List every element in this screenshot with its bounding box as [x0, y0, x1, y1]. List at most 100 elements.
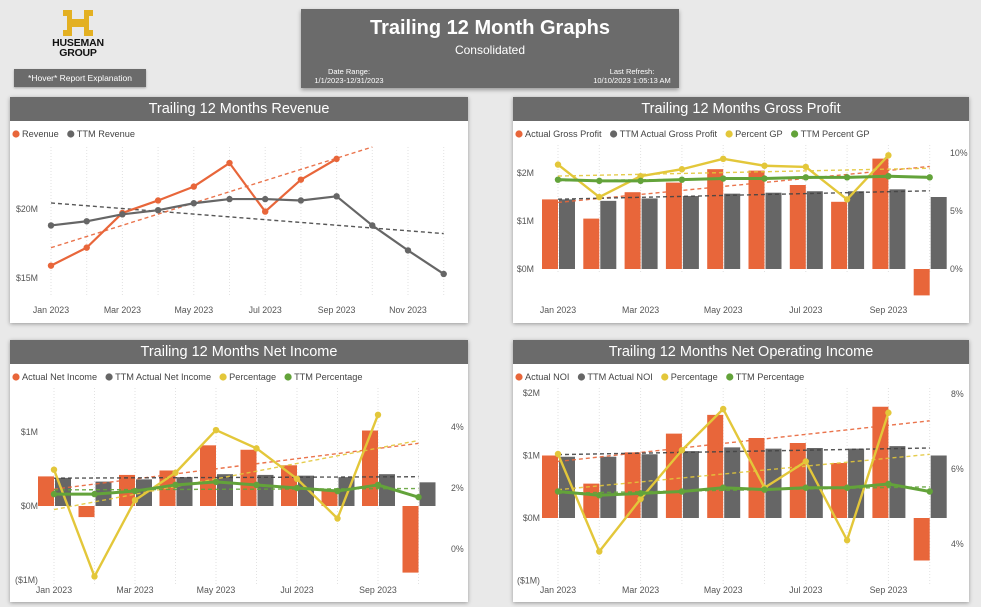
noi-y2-tick-label: 8% — [951, 389, 964, 399]
revenue-chart[interactable]: Revenue TTM Revenue $20M $15M Jan 2023 Mar 20… — [10, 97, 468, 323]
noi-legend-marker — [515, 373, 523, 381]
report-explanation-button[interactable]: *Hover* Report Explanation — [14, 69, 146, 87]
net-income-pct-point — [50, 466, 58, 473]
gross-profit-legend-label: Actual Gross Profit — [525, 129, 602, 139]
noi-x-tick-label: Jan 2023 — [540, 585, 576, 595]
noi-ttm-pct-point — [843, 484, 851, 491]
net-income-legend-marker — [219, 373, 227, 381]
noi-legend-marker — [726, 373, 734, 381]
net-income-legend-label: Actual Net Income — [22, 372, 97, 382]
revenue-ttm-point — [333, 193, 340, 200]
noi-y2-tick-label: 4% — [951, 539, 964, 549]
gross-profit-ttm-bar — [765, 192, 782, 269]
revenue-ttm-point — [154, 206, 162, 214]
net-income-ttm-pct-point — [374, 481, 382, 489]
revenue-y-tick-label: $15M — [16, 273, 38, 283]
last-refresh-value: 10/10/2023 1:05:13 AM — [593, 76, 671, 85]
noi-ttm-bar — [724, 447, 741, 518]
revenue-x-tick-label: Jul 2023 — [249, 305, 282, 315]
gross-profit-pct-point — [802, 163, 809, 171]
revenue-legend-label: Revenue — [22, 129, 59, 139]
noi-legend-marker — [577, 373, 586, 381]
last-refresh: Last Refresh: 10/10/2023 1:05:13 AM — [589, 67, 675, 85]
noi-x-tick-label: Sep 2023 — [870, 585, 908, 595]
noi-chart-card[interactable]: Trailing 12 Months Net Operating Income … — [513, 340, 969, 602]
gross-profit-ttm-pct-point — [761, 175, 768, 182]
revenue-x-tick-label: Sep 2023 — [318, 305, 356, 315]
gross-profit-ttm-bar — [889, 189, 906, 269]
net-income-pct-point — [334, 515, 341, 522]
gross-profit-actual-bar — [913, 269, 930, 296]
noi-legend-label: Percentage — [671, 372, 718, 382]
net-income-ttm-pct-point — [131, 487, 139, 495]
revenue-point — [154, 197, 162, 204]
report-header: Trailing 12 Month Graphs Consolidated Da… — [301, 9, 679, 88]
noi-pct-point — [802, 458, 809, 465]
gross-profit-actual-bar — [831, 201, 848, 269]
gross-profit-pct-point — [843, 196, 851, 203]
revenue-x-tick-label: Mar 2023 — [104, 305, 141, 315]
net-income-x-tick-label: Jan 2023 — [36, 585, 72, 595]
revenue-point — [190, 183, 197, 190]
noi-ttm-pct-point — [926, 488, 933, 495]
noi-ttm-pct-point — [678, 488, 686, 495]
huseman-h-icon — [63, 10, 93, 36]
revenue-legend-label: TTM Revenue — [77, 129, 135, 139]
noi-chart[interactable]: Actual NOI TTM Actual NOI Percentage TTM Pe… — [513, 340, 969, 602]
gross-profit-y2-tick-label: 0% — [950, 264, 963, 274]
net-income-actual-bar — [362, 430, 378, 506]
gross-profit-pct-point — [761, 162, 768, 169]
noi-actual-bar — [748, 438, 765, 518]
revenue-point — [297, 176, 305, 183]
revenue-y-tick-label: $20M — [16, 204, 38, 214]
gross-profit-actual-bar — [624, 192, 641, 269]
gross-profit-ttm-bar — [559, 199, 575, 269]
noi-pct-point — [885, 409, 892, 416]
noi-ttm-pct-point — [596, 492, 603, 499]
revenue-ttm-point — [440, 270, 447, 278]
gross-profit-pct-point — [554, 161, 562, 168]
gross-profit-chart-card[interactable]: Trailing 12 Months Gross Profit Actual G… — [513, 97, 969, 323]
noi-actual-bar — [707, 414, 724, 518]
gross-profit-ttm-bar — [682, 196, 699, 269]
gross-profit-ttm-pct-point — [885, 173, 892, 180]
gross-profit-actual-bar — [542, 199, 558, 269]
revenue-point — [262, 208, 269, 215]
gross-profit-x-tick-label: Mar 2023 — [622, 305, 659, 315]
gross-profit-x-tick-label: Jul 2023 — [789, 305, 822, 315]
net-income-ttm-pct-point — [334, 487, 341, 495]
noi-legend-marker — [661, 373, 669, 381]
net-income-actual-bar — [200, 445, 216, 506]
noi-legend-label: Actual NOI — [525, 372, 569, 382]
gross-profit-ttm-pct-point — [926, 174, 933, 181]
gross-profit-actual-bar — [665, 182, 682, 269]
gross-profit-chart[interactable]: Actual Gross Profit TTM Actual Gross Prof… — [513, 97, 969, 323]
gross-profit-ttm-bar — [806, 191, 823, 269]
net-income-actual-bar — [402, 506, 419, 573]
net-income-x-tick-label: Mar 2023 — [116, 585, 153, 595]
net-income-pct-point — [91, 573, 98, 580]
noi-actual-bar — [542, 455, 558, 518]
noi-x-tick-label: May 2023 — [704, 585, 743, 595]
net-income-y-tick-label: $0M — [21, 501, 38, 511]
page-subtitle: Consolidated — [454, 43, 526, 57]
net-income-y2-tick-label: 4% — [451, 422, 464, 432]
noi-legend-label: TTM Actual NOI — [587, 372, 652, 382]
net-income-ttm-pct-point — [415, 493, 422, 501]
gross-profit-legend-label: TTM Percent GP — [801, 129, 870, 139]
date-range: Date Range: 1/1/2023-12/31/2023 — [309, 67, 389, 85]
last-refresh-label: Last Refresh: — [609, 67, 655, 76]
net-income-chart-card[interactable]: Trailing 12 Months Net Income Actual Net… — [10, 340, 468, 602]
gross-profit-ttm-pct-point — [843, 174, 851, 181]
revenue-ttm-point — [190, 200, 197, 207]
gross-profit-ttm-bar — [641, 198, 658, 269]
noi-ttm-pct-point — [720, 484, 727, 491]
revenue-x-tick-label: May 2023 — [174, 305, 213, 315]
net-income-ttm-pct-point — [50, 490, 58, 498]
revenue-legend-marker — [12, 130, 20, 138]
revenue-ttm-point — [226, 195, 233, 203]
noi-pct-point — [637, 495, 644, 503]
net-income-pct-point — [374, 411, 382, 418]
revenue-chart-card[interactable]: Trailing 12 Months Revenue Revenue TTM Re… — [10, 97, 468, 323]
net-income-chart[interactable]: Actual Net Income TTM Actual Net Income Pe… — [10, 340, 468, 602]
